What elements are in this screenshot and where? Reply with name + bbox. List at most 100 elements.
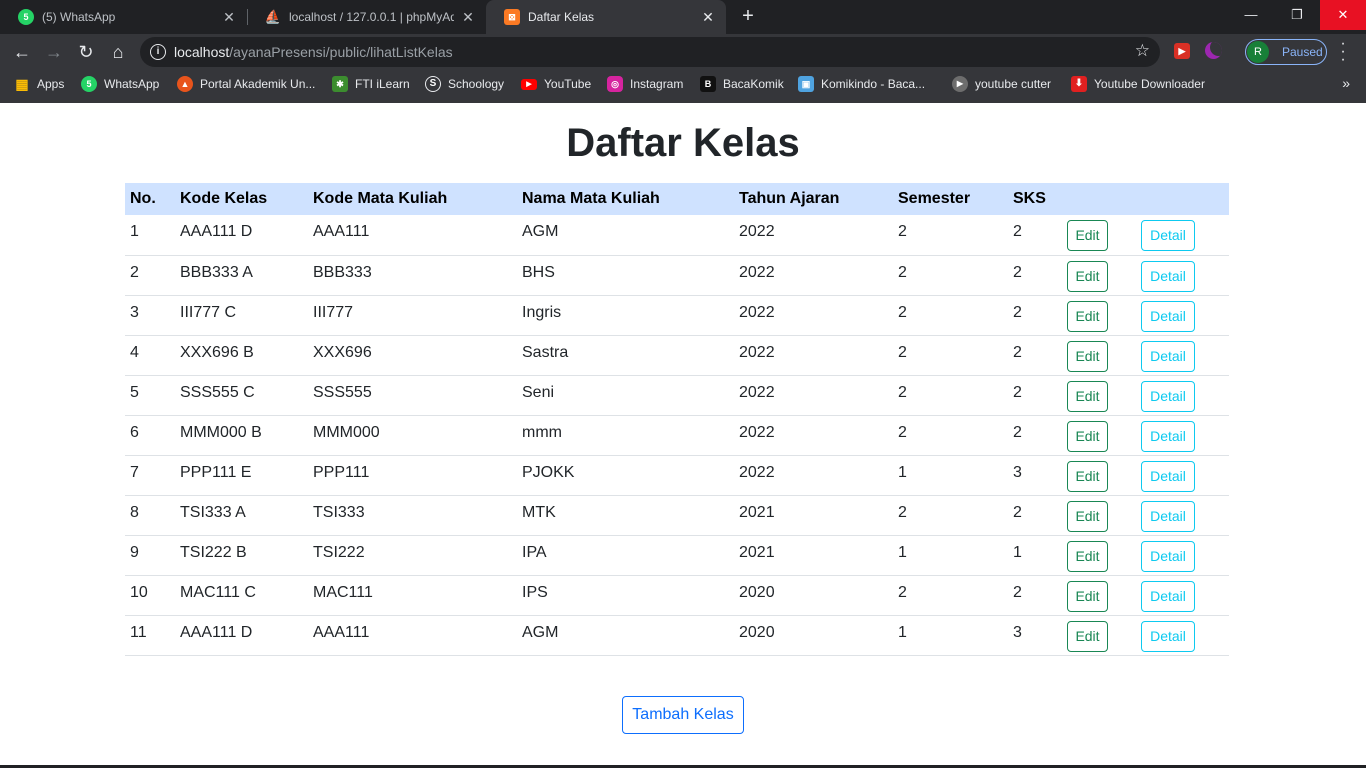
edit-button[interactable]: Edit bbox=[1067, 620, 1108, 652]
detail-cell: Detail bbox=[1136, 535, 1229, 576]
edit-button[interactable]: Edit bbox=[1067, 420, 1108, 452]
tab-whatsapp[interactable]: 5 (5) WhatsApp ✕ bbox=[0, 0, 247, 34]
detail-button[interactable]: Detail bbox=[1141, 420, 1195, 452]
address-bar[interactable]: i localhost/ayanaPresensi/public/lihatLi… bbox=[140, 37, 1160, 67]
column-header-detail bbox=[1136, 183, 1229, 215]
table-cell: 2 bbox=[1008, 415, 1062, 456]
ilearn-icon: ✱ bbox=[332, 76, 348, 92]
forward-button[interactable]: → bbox=[40, 38, 68, 66]
detail-cell: Detail bbox=[1136, 415, 1229, 456]
edit-button[interactable]: Edit bbox=[1067, 260, 1108, 292]
table-cell: 2020 bbox=[734, 575, 893, 616]
detail-button[interactable]: Detail bbox=[1141, 580, 1195, 612]
detail-button[interactable]: Detail bbox=[1141, 300, 1195, 332]
back-button[interactable]: ← bbox=[8, 38, 36, 66]
table-cell: 3 bbox=[1008, 615, 1062, 656]
bookmark-whatsapp[interactable]: 5 WhatsApp bbox=[81, 76, 159, 92]
url-text[interactable]: localhost/ayanaPresensi/public/lihatList… bbox=[174, 44, 453, 60]
table-cell: 2 bbox=[893, 375, 1008, 416]
table-cell: 2 bbox=[125, 255, 175, 296]
bookmark-youtube-downloader[interactable]: ⬇ Youtube Downloader bbox=[1071, 76, 1205, 92]
youtube-downloader-icon: ⬇ bbox=[1071, 76, 1087, 92]
detail-button[interactable]: Detail bbox=[1141, 220, 1195, 251]
tab-daftar-kelas[interactable]: ⊠ Daftar Kelas ✕ bbox=[486, 0, 726, 34]
table-cell: AGM bbox=[517, 215, 734, 256]
close-icon[interactable]: ✕ bbox=[460, 9, 476, 25]
table-cell: 1 bbox=[893, 615, 1008, 656]
bookmark-youtube-cutter[interactable]: ▶ youtube cutter bbox=[952, 76, 1051, 92]
detail-button[interactable]: Detail bbox=[1141, 340, 1195, 372]
bookmark-instagram[interactable]: ◎ Instagram bbox=[607, 76, 683, 92]
column-header: Tahun Ajaran bbox=[739, 190, 840, 207]
home-button[interactable]: ⌂ bbox=[104, 38, 132, 66]
table-cell: 2 bbox=[1008, 295, 1062, 336]
column-header: Semester bbox=[898, 190, 971, 207]
table-cell: AGM bbox=[517, 615, 734, 656]
edit-button[interactable]: Edit bbox=[1067, 300, 1108, 332]
youtube-cutter-icon: ▶ bbox=[952, 76, 968, 92]
edit-button[interactable]: Edit bbox=[1067, 500, 1108, 532]
edit-button[interactable]: Edit bbox=[1067, 460, 1108, 492]
bookmark-schoology[interactable]: S Schoology bbox=[425, 76, 504, 92]
column-header: Kode Kelas bbox=[180, 190, 268, 207]
close-icon[interactable]: ✕ bbox=[221, 9, 237, 25]
bookmark-komikindo[interactable]: ▣ Komikindo - Baca... bbox=[798, 76, 925, 92]
tab-phpmyadmin[interactable]: ⛵ localhost / 127.0.0.1 | phpMyAdmin ✕ bbox=[247, 0, 486, 34]
table-cell: MMM000 B bbox=[175, 415, 308, 456]
detail-button[interactable]: Detail bbox=[1141, 540, 1195, 572]
close-icon[interactable]: ✕ bbox=[700, 9, 716, 25]
table-cell: 2021 bbox=[734, 535, 893, 576]
detail-cell: Detail bbox=[1136, 455, 1229, 496]
detail-button[interactable]: Detail bbox=[1141, 260, 1195, 292]
table-cell: Sastra bbox=[517, 335, 734, 376]
column-header: SKS bbox=[1013, 190, 1046, 207]
detail-button[interactable]: Detail bbox=[1141, 460, 1195, 492]
edit-button[interactable]: Edit bbox=[1067, 380, 1108, 412]
table-cell: TSI333 A bbox=[175, 495, 308, 536]
bookmark-star-icon[interactable]: ☆ bbox=[1135, 41, 1150, 61]
edit-button[interactable]: Edit bbox=[1067, 580, 1108, 612]
profile-button[interactable]: R Paused bbox=[1245, 39, 1327, 65]
table-cell: 1 bbox=[1008, 535, 1062, 576]
close-window-button[interactable]: ✕ bbox=[1320, 0, 1366, 30]
bookmarks-overflow-icon[interactable]: » bbox=[1342, 75, 1350, 91]
bookmark-youtube[interactable]: ▶ YouTube bbox=[521, 76, 591, 92]
edit-button[interactable]: Edit bbox=[1067, 340, 1108, 372]
tab-strip: 5 (5) WhatsApp ✕ ⛵ localhost / 127.0.0.1… bbox=[0, 0, 1366, 34]
table-cell: 1 bbox=[125, 215, 175, 256]
info-icon[interactable]: i bbox=[150, 44, 166, 60]
tambah-kelas-button[interactable]: Tambah Kelas bbox=[622, 696, 744, 734]
extension-red-icon[interactable]: ▶ bbox=[1174, 43, 1190, 59]
edit-button[interactable]: Edit bbox=[1067, 220, 1108, 251]
table-cell: 2022 bbox=[734, 335, 893, 376]
extension-moon-icon[interactable] bbox=[1205, 42, 1222, 59]
detail-button[interactable]: Detail bbox=[1141, 380, 1195, 412]
edit-button[interactable]: Edit bbox=[1067, 540, 1108, 572]
new-tab-button[interactable]: + bbox=[735, 5, 761, 29]
menu-icon[interactable]: · · · bbox=[1336, 36, 1350, 68]
table-cell: 2021 bbox=[734, 495, 893, 536]
table-cell: 11 bbox=[125, 615, 175, 656]
bookmark-fti-ilearn[interactable]: ✱ FTI iLearn bbox=[332, 76, 410, 92]
minimize-button[interactable]: — bbox=[1228, 0, 1274, 30]
table-cell: 2 bbox=[1008, 255, 1062, 296]
bookmark-bacakomik[interactable]: B BacaKomik bbox=[700, 76, 784, 92]
detail-button[interactable]: Detail bbox=[1141, 620, 1195, 652]
bookmark-portal-akademik[interactable]: ▲ Portal Akademik Un... bbox=[177, 76, 315, 92]
table-cell: 2 bbox=[1008, 575, 1062, 616]
reload-button[interactable]: ↻ bbox=[72, 38, 100, 66]
page-title: Daftar Kelas bbox=[566, 121, 800, 165]
bookmarks-bar: ▦ Apps 5 WhatsApp ▲ Portal Akademik Un..… bbox=[0, 70, 1366, 98]
edit-cell: Edit bbox=[1062, 575, 1136, 616]
table-row: 10 MAC111 C MAC111 IPS 2020 2 2 Edit Detail bbox=[125, 575, 1229, 616]
detail-button[interactable]: Detail bbox=[1141, 500, 1195, 532]
bookmark-apps[interactable]: ▦ Apps bbox=[14, 76, 64, 92]
table-cell: IPA bbox=[517, 535, 734, 576]
komikindo-icon: ▣ bbox=[798, 76, 814, 92]
xampp-icon: ⊠ bbox=[504, 9, 520, 25]
table-cell: 2022 bbox=[734, 255, 893, 296]
table-row: 7 PPP111 E PPP111 PJOKK 2022 1 3 Edit Detail bbox=[125, 455, 1229, 496]
restore-button[interactable]: ❐ bbox=[1274, 0, 1320, 30]
table-cell: PPP111 E bbox=[175, 455, 308, 496]
table-cell: III777 bbox=[308, 295, 517, 336]
